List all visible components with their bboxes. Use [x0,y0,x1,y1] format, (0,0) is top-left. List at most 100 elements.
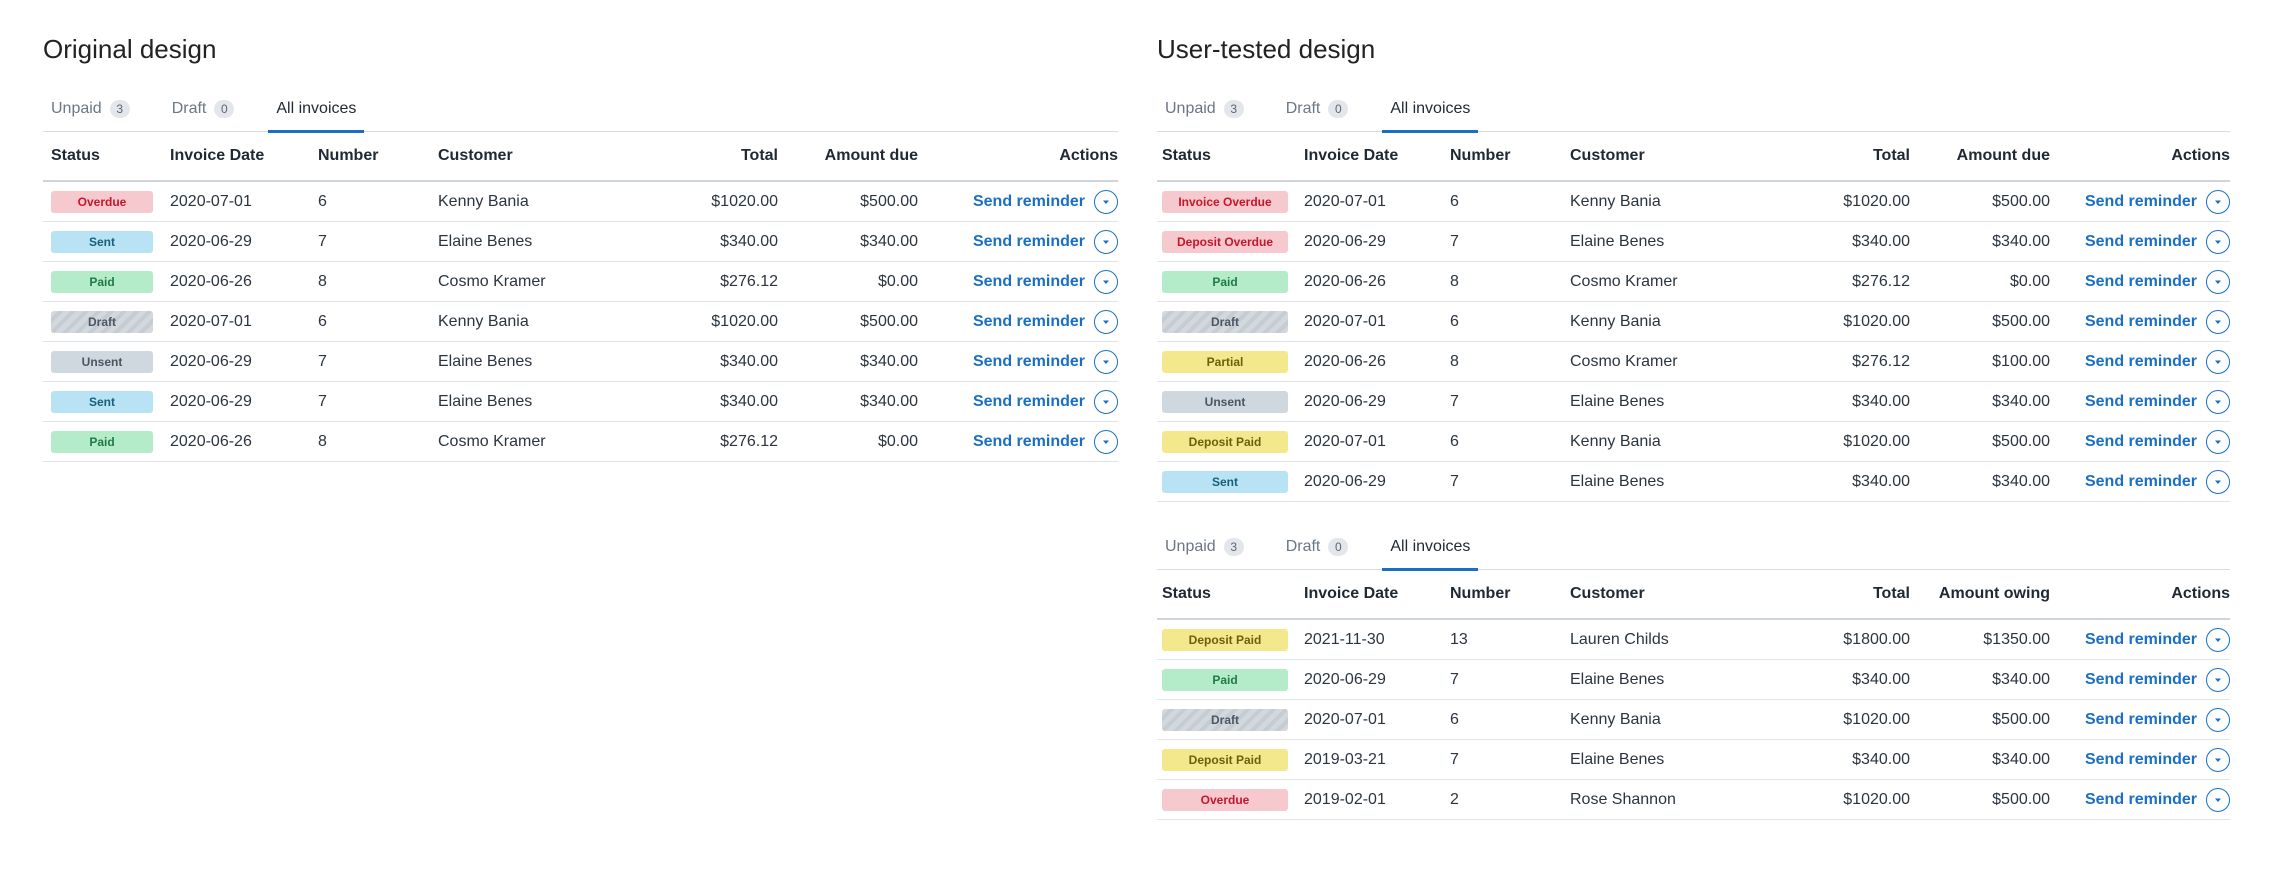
tab-count-badge: 0 [1328,100,1349,118]
tab-draft[interactable]: Draft 0 [1278,86,1357,132]
actions-dropdown-button[interactable] [2206,189,2230,214]
send-reminder-button[interactable]: Send reminder [2085,353,2197,371]
column-header-number[interactable]: Number [1450,585,1570,603]
table-row[interactable]: Paid 2020-06-26 8 Cosmo Kramer $276.12 $0.00 S… [43,262,1118,302]
table-row[interactable]: Sent 2020-06-29 7 Elaine Benes $340.00 $340.0… [1157,462,2230,502]
send-reminder-button[interactable]: Send reminder [973,233,1085,251]
table-row[interactable]: Unsent 2020-06-29 7 Elaine Benes $340.00 $340… [43,342,1118,382]
column-header-customer[interactable]: Customer [1570,147,1740,165]
send-reminder-button[interactable]: Send reminder [2085,631,2197,649]
actions-dropdown-button[interactable] [1094,309,1118,334]
actions-dropdown-button[interactable] [2206,229,2230,254]
tab-label: All invoices [1390,100,1471,117]
column-header-customer[interactable]: Customer [1570,585,1740,603]
column-header-customer[interactable]: Customer [438,147,608,165]
column-header-actions[interactable]: Actions [918,147,1118,165]
table-row[interactable]: Sent 2020-06-29 7 Elaine Benes $340.00 $340.0… [43,222,1118,262]
actions-dropdown-button[interactable] [1094,429,1118,454]
invoice-number: 7 [318,392,327,410]
send-reminder-button[interactable]: Send reminder [2085,751,2197,769]
send-reminder-button[interactable]: Send reminder [973,273,1085,291]
total-amount: $1020.00 [711,312,778,330]
table-row[interactable]: Draft 2020-07-01 6 Kenny Bania $1020.00 $500.… [43,302,1118,342]
tab-draft[interactable]: Draft 0 [1278,524,1357,570]
actions-dropdown-button[interactable] [1094,229,1118,254]
tab-all-invoices[interactable]: All invoices [1382,524,1479,571]
table-row[interactable]: Overdue 2019-02-01 2 Rose Shannon $1020.00 $5… [1157,780,2230,820]
actions-dropdown-button[interactable] [2206,707,2230,732]
actions-dropdown-button[interactable] [2206,667,2230,692]
status-cell: Sent [1162,470,1302,493]
actions-dropdown-button[interactable] [2206,787,2230,812]
table-row[interactable]: Paid 2020-06-26 8 Cosmo Kramer $276.12 $0.00 S… [1157,262,2230,302]
send-reminder-button[interactable]: Send reminder [2085,313,2197,331]
table-row[interactable]: Draft 2020-07-01 6 Kenny Bania $1020.00 $500.… [1157,700,2230,740]
table-row[interactable]: Unsent 2020-06-29 7 Elaine Benes $340.00 $340… [1157,382,2230,422]
invoice-date: 2021-11-30 [1304,630,1385,648]
send-reminder-button[interactable]: Send reminder [973,393,1085,411]
column-header-due[interactable]: Amount due [778,147,918,165]
table-row[interactable]: Deposit Paid 2021-11-30 13 Lauren Childs $18… [1157,620,2230,660]
send-reminder-button[interactable]: Send reminder [973,193,1085,211]
column-header-date[interactable]: Invoice Date [1304,585,1449,603]
status-cell: Unsent [51,350,163,373]
column-header-total[interactable]: Total [1740,147,1910,165]
send-reminder-button[interactable]: Send reminder [973,313,1085,331]
actions-dropdown-button[interactable] [2206,269,2230,294]
tab-unpaid[interactable]: Unpaid 3 [1157,86,1252,132]
table-row[interactable]: Overdue 2020-07-01 6 Kenny Bania $1020.00 $50… [43,182,1118,222]
column-header-total[interactable]: Total [608,147,778,165]
chevron-down-icon [2215,638,2221,642]
column-header-actions[interactable]: Actions [2050,147,2230,165]
table-row[interactable]: Deposit Overdue 2020-06-29 7 Elaine Benes $3… [1157,222,2230,262]
actions-dropdown-button[interactable] [2206,469,2230,494]
send-reminder-button[interactable]: Send reminder [2085,233,2197,251]
column-header-due[interactable]: Amount owing [1910,585,2050,603]
table-row[interactable]: Paid 2020-06-29 7 Elaine Benes $340.00 $340.0… [1157,660,2230,700]
send-reminder-button[interactable]: Send reminder [2085,791,2197,809]
send-reminder-button[interactable]: Send reminder [2085,473,2197,491]
column-header-total[interactable]: Total [1740,585,1910,603]
column-header-status[interactable]: Status [51,147,163,165]
column-header-number[interactable]: Number [318,147,438,165]
send-reminder-button[interactable]: Send reminder [2085,711,2197,729]
send-reminder-button[interactable]: Send reminder [973,433,1085,451]
column-header-date[interactable]: Invoice Date [170,147,315,165]
actions-dropdown-button[interactable] [2206,309,2230,334]
actions-dropdown-button[interactable] [2206,429,2230,454]
column-header-number[interactable]: Number [1450,147,1570,165]
tab-unpaid[interactable]: Unpaid 3 [1157,524,1252,570]
column-header-actions[interactable]: Actions [2050,585,2230,603]
column-header-status[interactable]: Status [1162,585,1302,603]
table-row[interactable]: Invoice Overdue 2020-07-01 6 Kenny Bania $10… [1157,182,2230,222]
tab-all-invoices[interactable]: All invoices [1382,86,1479,133]
actions-dropdown-button[interactable] [1094,349,1118,374]
tab-draft[interactable]: Draft 0 [164,86,243,132]
actions-dropdown-button[interactable] [1094,189,1118,214]
table-row[interactable]: Sent 2020-06-29 7 Elaine Benes $340.00 $340.0… [43,382,1118,422]
row-actions: Send reminder [2050,787,2230,812]
status-cell: Invoice Overdue [1162,190,1302,213]
send-reminder-button[interactable]: Send reminder [2085,393,2197,411]
actions-dropdown-button[interactable] [1094,269,1118,294]
tab-all-invoices[interactable]: All invoices [268,86,365,133]
column-header-due[interactable]: Amount due [1910,147,2050,165]
table-row[interactable]: Partial 2020-06-26 8 Cosmo Kramer $276.12 $10… [1157,342,2230,382]
table-row[interactable]: Draft 2020-07-01 6 Kenny Bania $1020.00 $500.… [1157,302,2230,342]
table-row[interactable]: Deposit Paid 2020-07-01 6 Kenny Bania $1020.… [1157,422,2230,462]
actions-dropdown-button[interactable] [2206,747,2230,772]
send-reminder-button[interactable]: Send reminder [2085,433,2197,451]
table-row[interactable]: Deposit Paid 2019-03-21 7 Elaine Benes $340.… [1157,740,2230,780]
actions-dropdown-button[interactable] [1094,389,1118,414]
tab-unpaid[interactable]: Unpaid 3 [43,86,138,132]
actions-dropdown-button[interactable] [2206,349,2230,374]
send-reminder-button[interactable]: Send reminder [2085,273,2197,291]
actions-dropdown-button[interactable] [2206,627,2230,652]
column-header-status[interactable]: Status [1162,147,1302,165]
column-header-date[interactable]: Invoice Date [1304,147,1449,165]
send-reminder-button[interactable]: Send reminder [973,353,1085,371]
table-row[interactable]: Paid 2020-06-26 8 Cosmo Kramer $276.12 $0.00 S… [43,422,1118,462]
send-reminder-button[interactable]: Send reminder [2085,193,2197,211]
send-reminder-button[interactable]: Send reminder [2085,671,2197,689]
actions-dropdown-button[interactable] [2206,389,2230,414]
